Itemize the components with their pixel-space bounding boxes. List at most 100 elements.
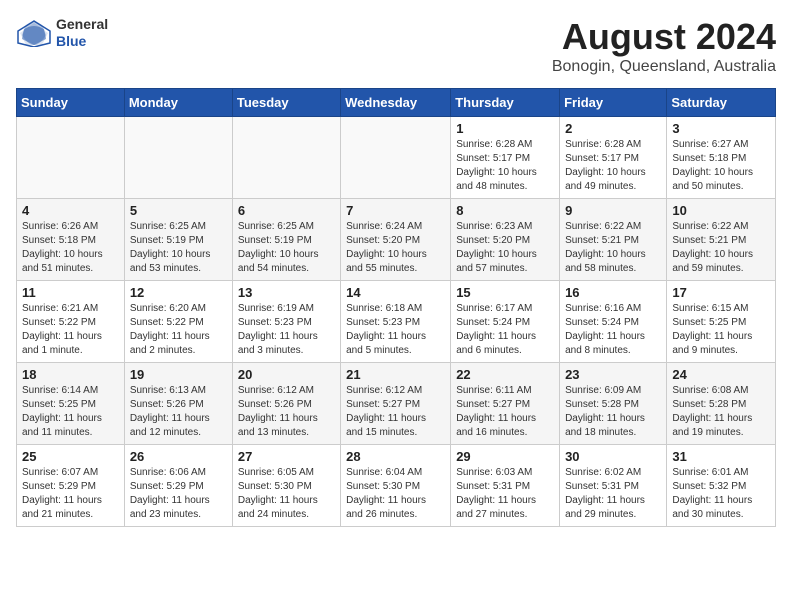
day-number: 23 [565, 367, 661, 382]
calendar-cell: 6Sunrise: 6:25 AM Sunset: 5:19 PM Daylig… [232, 199, 340, 281]
day-number: 7 [346, 203, 445, 218]
day-info: Sunrise: 6:12 AM Sunset: 5:27 PM Dayligh… [346, 384, 445, 440]
day-number: 6 [238, 203, 335, 218]
page-header: General Blue August 2024 Bonogin, Queens… [16, 16, 776, 76]
main-title: August 2024 [552, 16, 776, 58]
calendar-week-row: 25 Sunrise: 6:07 AM Sunset: 5:29 PM Dayli… [17, 445, 776, 527]
day-number: 26 [130, 449, 227, 464]
day-number: 14 [346, 285, 445, 300]
weekday-header: Monday [124, 89, 232, 117]
day-info: Sunrise: 6:03 AM Sunset: 5:31 PM Dayligh… [456, 466, 554, 522]
day-info: Sunrise: 6:26 AM Sunset: 5:18 PM Dayligh… [22, 220, 119, 276]
day-info: Sunrise: 6:05 AM Sunset: 5:30 PM Dayligh… [238, 466, 335, 522]
calendar-table: SundayMondayTuesdayWednesdayThursdayFrid… [16, 88, 776, 527]
day-number: 24 [672, 367, 770, 382]
calendar-week-row: 11 Sunrise: 6:21 AM Sunset: 5:22 PM Dayli… [17, 281, 776, 363]
day-info: Sunrise: 6:16 AM Sunset: 5:24 PM Dayligh… [565, 302, 661, 358]
day-info: Sunrise: 6:27 AM Sunset: 5:18 PM Dayligh… [672, 138, 770, 194]
day-info: Sunrise: 6:23 AM Sunset: 5:20 PM Dayligh… [456, 220, 554, 276]
day-number: 2 [565, 121, 661, 136]
day-number: 27 [238, 449, 335, 464]
day-number: 28 [346, 449, 445, 464]
day-info: Sunrise: 6:15 AM Sunset: 5:25 PM Dayligh… [672, 302, 770, 358]
calendar-cell: 1 Sunrise: 6:28 AM Sunset: 5:17 PM Daylig… [451, 117, 560, 199]
calendar-cell: 15 Sunrise: 6:17 AM Sunset: 5:24 PM Dayli… [451, 281, 560, 363]
day-info: Sunrise: 6:06 AM Sunset: 5:29 PM Dayligh… [130, 466, 227, 522]
day-number: 21 [346, 367, 445, 382]
calendar-cell: 30 Sunrise: 6:02 AM Sunset: 5:31 PM Dayli… [560, 445, 667, 527]
day-number: 31 [672, 449, 770, 464]
day-info: Sunrise: 6:28 AM Sunset: 5:17 PM Dayligh… [565, 138, 661, 194]
day-info: Sunrise: 6:09 AM Sunset: 5:28 PM Dayligh… [565, 384, 661, 440]
weekday-header: Saturday [667, 89, 776, 117]
day-number: 9 [565, 203, 661, 218]
day-number: 22 [456, 367, 554, 382]
day-number: 19 [130, 367, 227, 382]
calendar-cell: 7 Sunrise: 6:24 AM Sunset: 5:20 PM Daylig… [341, 199, 451, 281]
day-info: Sunrise: 6:11 AM Sunset: 5:27 PM Dayligh… [456, 384, 554, 440]
day-info: Sunrise: 6:22 AM Sunset: 5:21 PM Dayligh… [565, 220, 661, 276]
title-block: August 2024 Bonogin, Queensland, Austral… [552, 16, 776, 76]
day-number: 11 [22, 285, 119, 300]
day-info: Sunrise: 6:04 AM Sunset: 5:30 PM Dayligh… [346, 466, 445, 522]
day-number: 25 [22, 449, 119, 464]
calendar-cell: 8 Sunrise: 6:23 AM Sunset: 5:20 PM Daylig… [451, 199, 560, 281]
day-number: 12 [130, 285, 227, 300]
calendar-cell: 2 Sunrise: 6:28 AM Sunset: 5:17 PM Daylig… [560, 117, 667, 199]
day-info: Sunrise: 6:07 AM Sunset: 5:29 PM Dayligh… [22, 466, 119, 522]
day-number: 3 [672, 121, 770, 136]
calendar-cell: 9 Sunrise: 6:22 AM Sunset: 5:21 PM Daylig… [560, 199, 667, 281]
calendar-cell: 18 Sunrise: 6:14 AM Sunset: 5:25 PM Dayli… [17, 363, 125, 445]
day-info: Sunrise: 6:14 AM Sunset: 5:25 PM Dayligh… [22, 384, 119, 440]
calendar-cell: 26 Sunrise: 6:06 AM Sunset: 5:29 PM Dayli… [124, 445, 232, 527]
calendar-cell [124, 117, 232, 199]
day-info: Sunrise: 6:19 AM Sunset: 5:23 PM Dayligh… [238, 302, 335, 358]
day-info: Sunrise: 6:17 AM Sunset: 5:24 PM Dayligh… [456, 302, 554, 358]
calendar-cell: 23 Sunrise: 6:09 AM Sunset: 5:28 PM Dayli… [560, 363, 667, 445]
day-info: Sunrise: 6:25 AM Sunset: 5:19 PM Dayligh… [130, 220, 227, 276]
calendar-cell: 21 Sunrise: 6:12 AM Sunset: 5:27 PM Dayli… [341, 363, 451, 445]
day-info: Sunrise: 6:28 AM Sunset: 5:17 PM Dayligh… [456, 138, 554, 194]
day-info: Sunrise: 6:21 AM Sunset: 5:22 PM Dayligh… [22, 302, 119, 358]
weekday-header: Tuesday [232, 89, 340, 117]
day-info: Sunrise: 6:20 AM Sunset: 5:22 PM Dayligh… [130, 302, 227, 358]
subtitle: Bonogin, Queensland, Australia [552, 58, 776, 76]
calendar-cell: 29 Sunrise: 6:03 AM Sunset: 5:31 PM Dayli… [451, 445, 560, 527]
calendar-cell [232, 117, 340, 199]
day-info: Sunrise: 6:24 AM Sunset: 5:20 PM Dayligh… [346, 220, 445, 276]
calendar-cell: 19Sunrise: 6:13 AM Sunset: 5:26 PM Dayli… [124, 363, 232, 445]
weekday-header: Thursday [451, 89, 560, 117]
calendar-cell: 20Sunrise: 6:12 AM Sunset: 5:26 PM Dayli… [232, 363, 340, 445]
day-number: 4 [22, 203, 119, 218]
calendar-cell: 31 Sunrise: 6:01 AM Sunset: 5:32 PM Dayli… [667, 445, 776, 527]
day-number: 17 [672, 285, 770, 300]
day-info: Sunrise: 6:01 AM Sunset: 5:32 PM Dayligh… [672, 466, 770, 522]
day-info: Sunrise: 6:08 AM Sunset: 5:28 PM Dayligh… [672, 384, 770, 440]
calendar-cell: 24 Sunrise: 6:08 AM Sunset: 5:28 PM Dayli… [667, 363, 776, 445]
day-number: 10 [672, 203, 770, 218]
day-number: 8 [456, 203, 554, 218]
day-number: 13 [238, 285, 335, 300]
day-info: Sunrise: 6:22 AM Sunset: 5:21 PM Dayligh… [672, 220, 770, 276]
calendar-cell: 10 Sunrise: 6:22 AM Sunset: 5:21 PM Dayli… [667, 199, 776, 281]
day-number: 1 [456, 121, 554, 136]
day-info: Sunrise: 6:02 AM Sunset: 5:31 PM Dayligh… [565, 466, 661, 522]
calendar-cell: 13 Sunrise: 6:19 AM Sunset: 5:23 PM Dayli… [232, 281, 340, 363]
day-number: 16 [565, 285, 661, 300]
day-number: 18 [22, 367, 119, 382]
calendar-cell: 27 Sunrise: 6:05 AM Sunset: 5:30 PM Dayli… [232, 445, 340, 527]
calendar-week-row: 4 Sunrise: 6:26 AM Sunset: 5:18 PM Daylig… [17, 199, 776, 281]
calendar-cell: 3 Sunrise: 6:27 AM Sunset: 5:18 PM Daylig… [667, 117, 776, 199]
weekday-header: Friday [560, 89, 667, 117]
calendar-cell: 5 Sunrise: 6:25 AM Sunset: 5:19 PM Daylig… [124, 199, 232, 281]
day-number: 20 [238, 367, 335, 382]
weekday-header: Sunday [17, 89, 125, 117]
calendar-week-row: 1 Sunrise: 6:28 AM Sunset: 5:17 PM Daylig… [17, 117, 776, 199]
day-number: 5 [130, 203, 227, 218]
day-number: 30 [565, 449, 661, 464]
logo-text: General Blue [56, 16, 108, 50]
weekday-header: Wednesday [341, 89, 451, 117]
day-number: 29 [456, 449, 554, 464]
logo-icon [16, 19, 52, 47]
day-number: 15 [456, 285, 554, 300]
